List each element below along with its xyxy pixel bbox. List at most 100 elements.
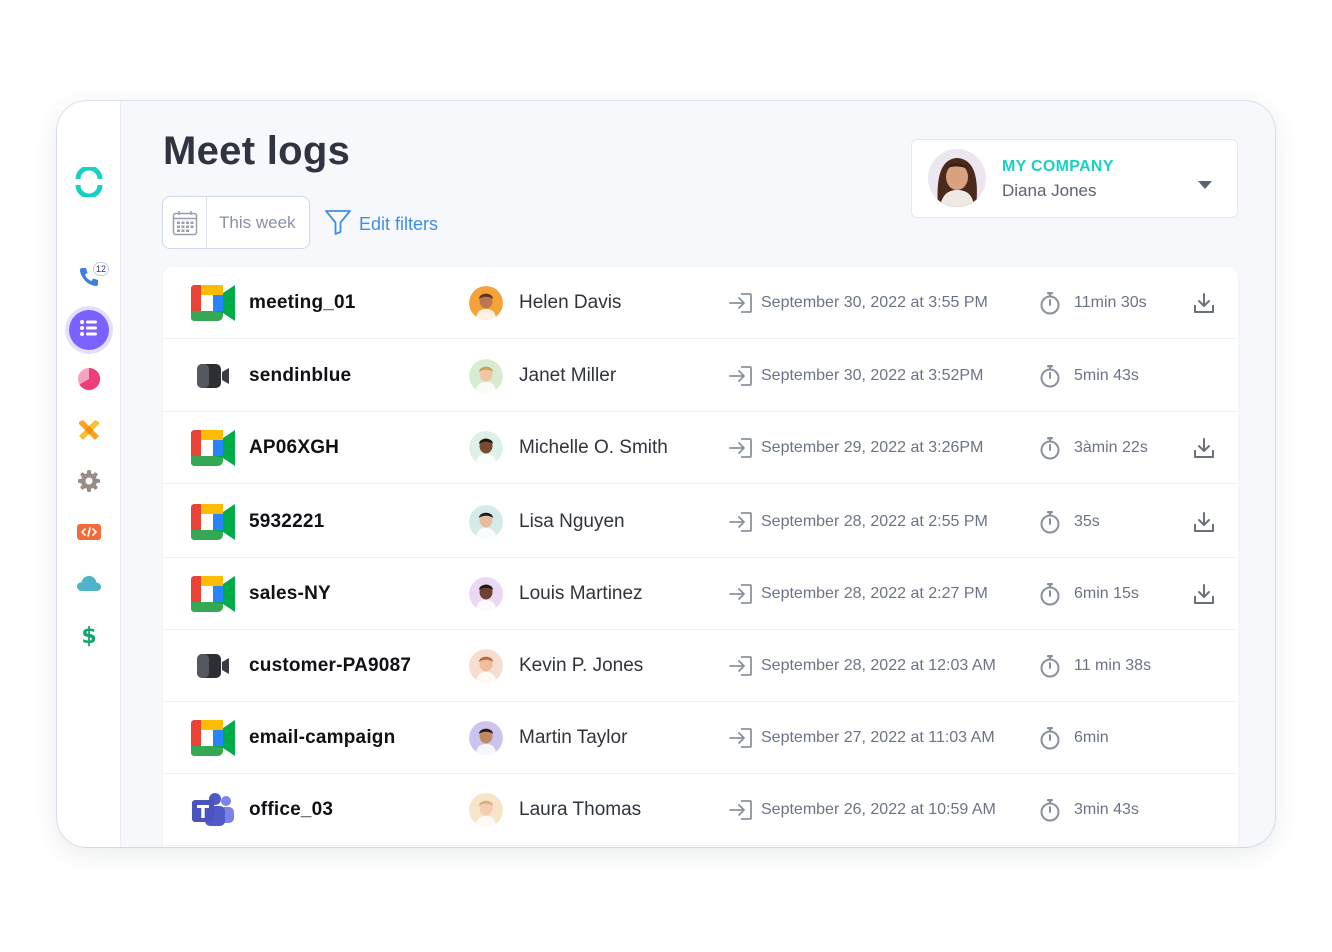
- meeting-duration: 3min 43s: [1074, 800, 1139, 818]
- avatar: [469, 486, 503, 557]
- meeting-name[interactable]: sales-NY: [249, 558, 331, 629]
- meeting-name[interactable]: email-campaign: [249, 702, 395, 773]
- avatar: [469, 702, 503, 773]
- stopwatch-icon: [1039, 702, 1061, 773]
- cloud-icon: [76, 574, 102, 597]
- code-icon: [77, 523, 101, 546]
- meeting-date: September 30, 2022 at 3:52PM: [761, 366, 984, 384]
- participant-name: Louis Martinez: [519, 582, 643, 604]
- company-user-name: Diana Jones: [1002, 181, 1097, 200]
- edit-filters-button[interactable]: Edit filters: [324, 208, 438, 241]
- sign-in-icon: [729, 412, 753, 483]
- table-row[interactable]: sendinblue Janet Miller September 30, 2022…: [163, 340, 1238, 412]
- avatar: [928, 149, 986, 207]
- date-range-filter[interactable]: This week: [162, 196, 310, 249]
- meeting-duration: 11 min 38s: [1074, 656, 1152, 674]
- google-meet-icon: [190, 702, 236, 773]
- table-row[interactable]: AP06XGH Michelle O. Smith September 29, 20…: [163, 412, 1238, 484]
- sidebar-item-reports[interactable]: [69, 361, 109, 401]
- zoom-icon: [190, 630, 236, 701]
- list-icon: [78, 317, 100, 344]
- app-window: 12 $ Meet logs This week Edit filters MY…: [57, 101, 1275, 847]
- google-meet-icon: [190, 486, 236, 557]
- sign-in-icon: [729, 630, 753, 701]
- meeting-date: September 28, 2022 at 12:03 AM: [761, 656, 996, 674]
- sidebar-item-tools[interactable]: [69, 412, 109, 452]
- participant-name: Janet Miller: [519, 364, 617, 386]
- meeting-name[interactable]: customer-PA9087: [249, 630, 411, 701]
- stopwatch-icon: [1039, 412, 1061, 483]
- filter-icon: [324, 208, 352, 241]
- sidebar-item-developer[interactable]: [69, 514, 109, 554]
- participant-name: Martin Taylor: [519, 726, 628, 748]
- sidebar-item-logs[interactable]: [69, 310, 109, 350]
- avatar: [469, 267, 503, 338]
- date-range-label: This week: [219, 212, 296, 232]
- sign-in-icon: [729, 702, 753, 773]
- meeting-duration: 5min 43s: [1074, 366, 1139, 384]
- company-switcher[interactable]: MY COMPANY Diana Jones: [911, 139, 1238, 218]
- participant-name: Laura Thomas: [519, 798, 642, 820]
- calls-count-badge: 12: [92, 262, 109, 276]
- avatar: [469, 340, 503, 411]
- meeting-duration: 11min 30s: [1074, 293, 1147, 311]
- download-icon[interactable]: [1193, 486, 1217, 557]
- calendar-icon: [163, 197, 207, 248]
- meeting-name[interactable]: sendinblue: [249, 340, 351, 411]
- tools-icon: [76, 417, 102, 448]
- meeting-date: September 28, 2022 at 2:55 PM: [761, 512, 988, 530]
- sidebar-item-cloud[interactable]: [69, 565, 109, 605]
- gear-icon: [77, 469, 101, 498]
- brand-logo[interactable]: [74, 165, 104, 199]
- table-row[interactable]: meeting_01 Helen Davis September 30, 2022 …: [163, 267, 1238, 339]
- table-row[interactable]: sales-NY Louis Martinez September 28, 2022…: [163, 558, 1238, 630]
- stopwatch-icon: [1039, 558, 1061, 629]
- sidebar-item-billing[interactable]: $: [69, 616, 109, 656]
- avatar: [469, 630, 503, 701]
- meeting-duration: 6min 15s: [1074, 584, 1139, 602]
- stopwatch-icon: [1039, 774, 1061, 845]
- avatar: [469, 412, 503, 483]
- sidebar: 12 $: [57, 101, 121, 847]
- sign-in-icon: [729, 340, 753, 411]
- sign-in-icon: [729, 486, 753, 557]
- meeting-duration: 3àmin 22s: [1074, 438, 1148, 456]
- stopwatch-icon: [1039, 486, 1061, 557]
- download-icon[interactable]: [1193, 558, 1217, 629]
- stopwatch-icon: [1039, 267, 1061, 338]
- meeting-name[interactable]: office_03: [249, 774, 333, 845]
- meeting-name[interactable]: 5932221: [249, 486, 324, 557]
- caret-down-icon: [1198, 176, 1212, 194]
- stopwatch-icon: [1039, 630, 1061, 701]
- table-row[interactable]: office_03 Laura Thomas September 26, 2022 …: [163, 774, 1238, 846]
- sidebar-item-settings[interactable]: [69, 463, 109, 503]
- meeting-date: September 28, 2022 at 2:27 PM: [761, 584, 988, 602]
- meeting-duration: 35s: [1074, 512, 1100, 530]
- meeting-date: September 26, 2022 at 10:59 AM: [761, 800, 996, 818]
- participant-name: Michelle O. Smith: [519, 436, 668, 458]
- teams-icon: [190, 774, 236, 845]
- edit-filters-label: Edit filters: [359, 214, 439, 234]
- participant-name: Lisa Nguyen: [519, 510, 625, 532]
- participant-name: Helen Davis: [519, 291, 622, 313]
- dollar-icon: $: [81, 623, 97, 649]
- sign-in-icon: [729, 774, 753, 845]
- google-meet-icon: [190, 558, 236, 629]
- meeting-name[interactable]: meeting_01: [249, 267, 356, 338]
- table-row[interactable]: email-campaign Martin Taylor September 27,…: [163, 702, 1238, 774]
- sign-in-icon: [729, 267, 753, 338]
- stopwatch-icon: [1039, 340, 1061, 411]
- pie-chart-icon: [77, 367, 101, 396]
- meeting-name[interactable]: AP06XGH: [249, 412, 339, 483]
- google-meet-icon: [190, 267, 236, 338]
- google-meet-icon: [190, 412, 236, 483]
- participant-name: Kevin P. Jones: [519, 654, 644, 676]
- sign-in-icon: [729, 558, 753, 629]
- download-icon[interactable]: [1193, 412, 1217, 483]
- sidebar-item-calls[interactable]: 12: [69, 259, 109, 299]
- meeting-date: September 30, 2022 at 3:55 PM: [761, 293, 988, 311]
- table-row[interactable]: 5932221 Lisa Nguyen September 28, 2022 at …: [163, 486, 1238, 558]
- table-row[interactable]: customer-PA9087 Kevin P. Jones September 2…: [163, 630, 1238, 702]
- download-icon[interactable]: [1193, 267, 1217, 338]
- page-title: Meet logs: [163, 129, 351, 173]
